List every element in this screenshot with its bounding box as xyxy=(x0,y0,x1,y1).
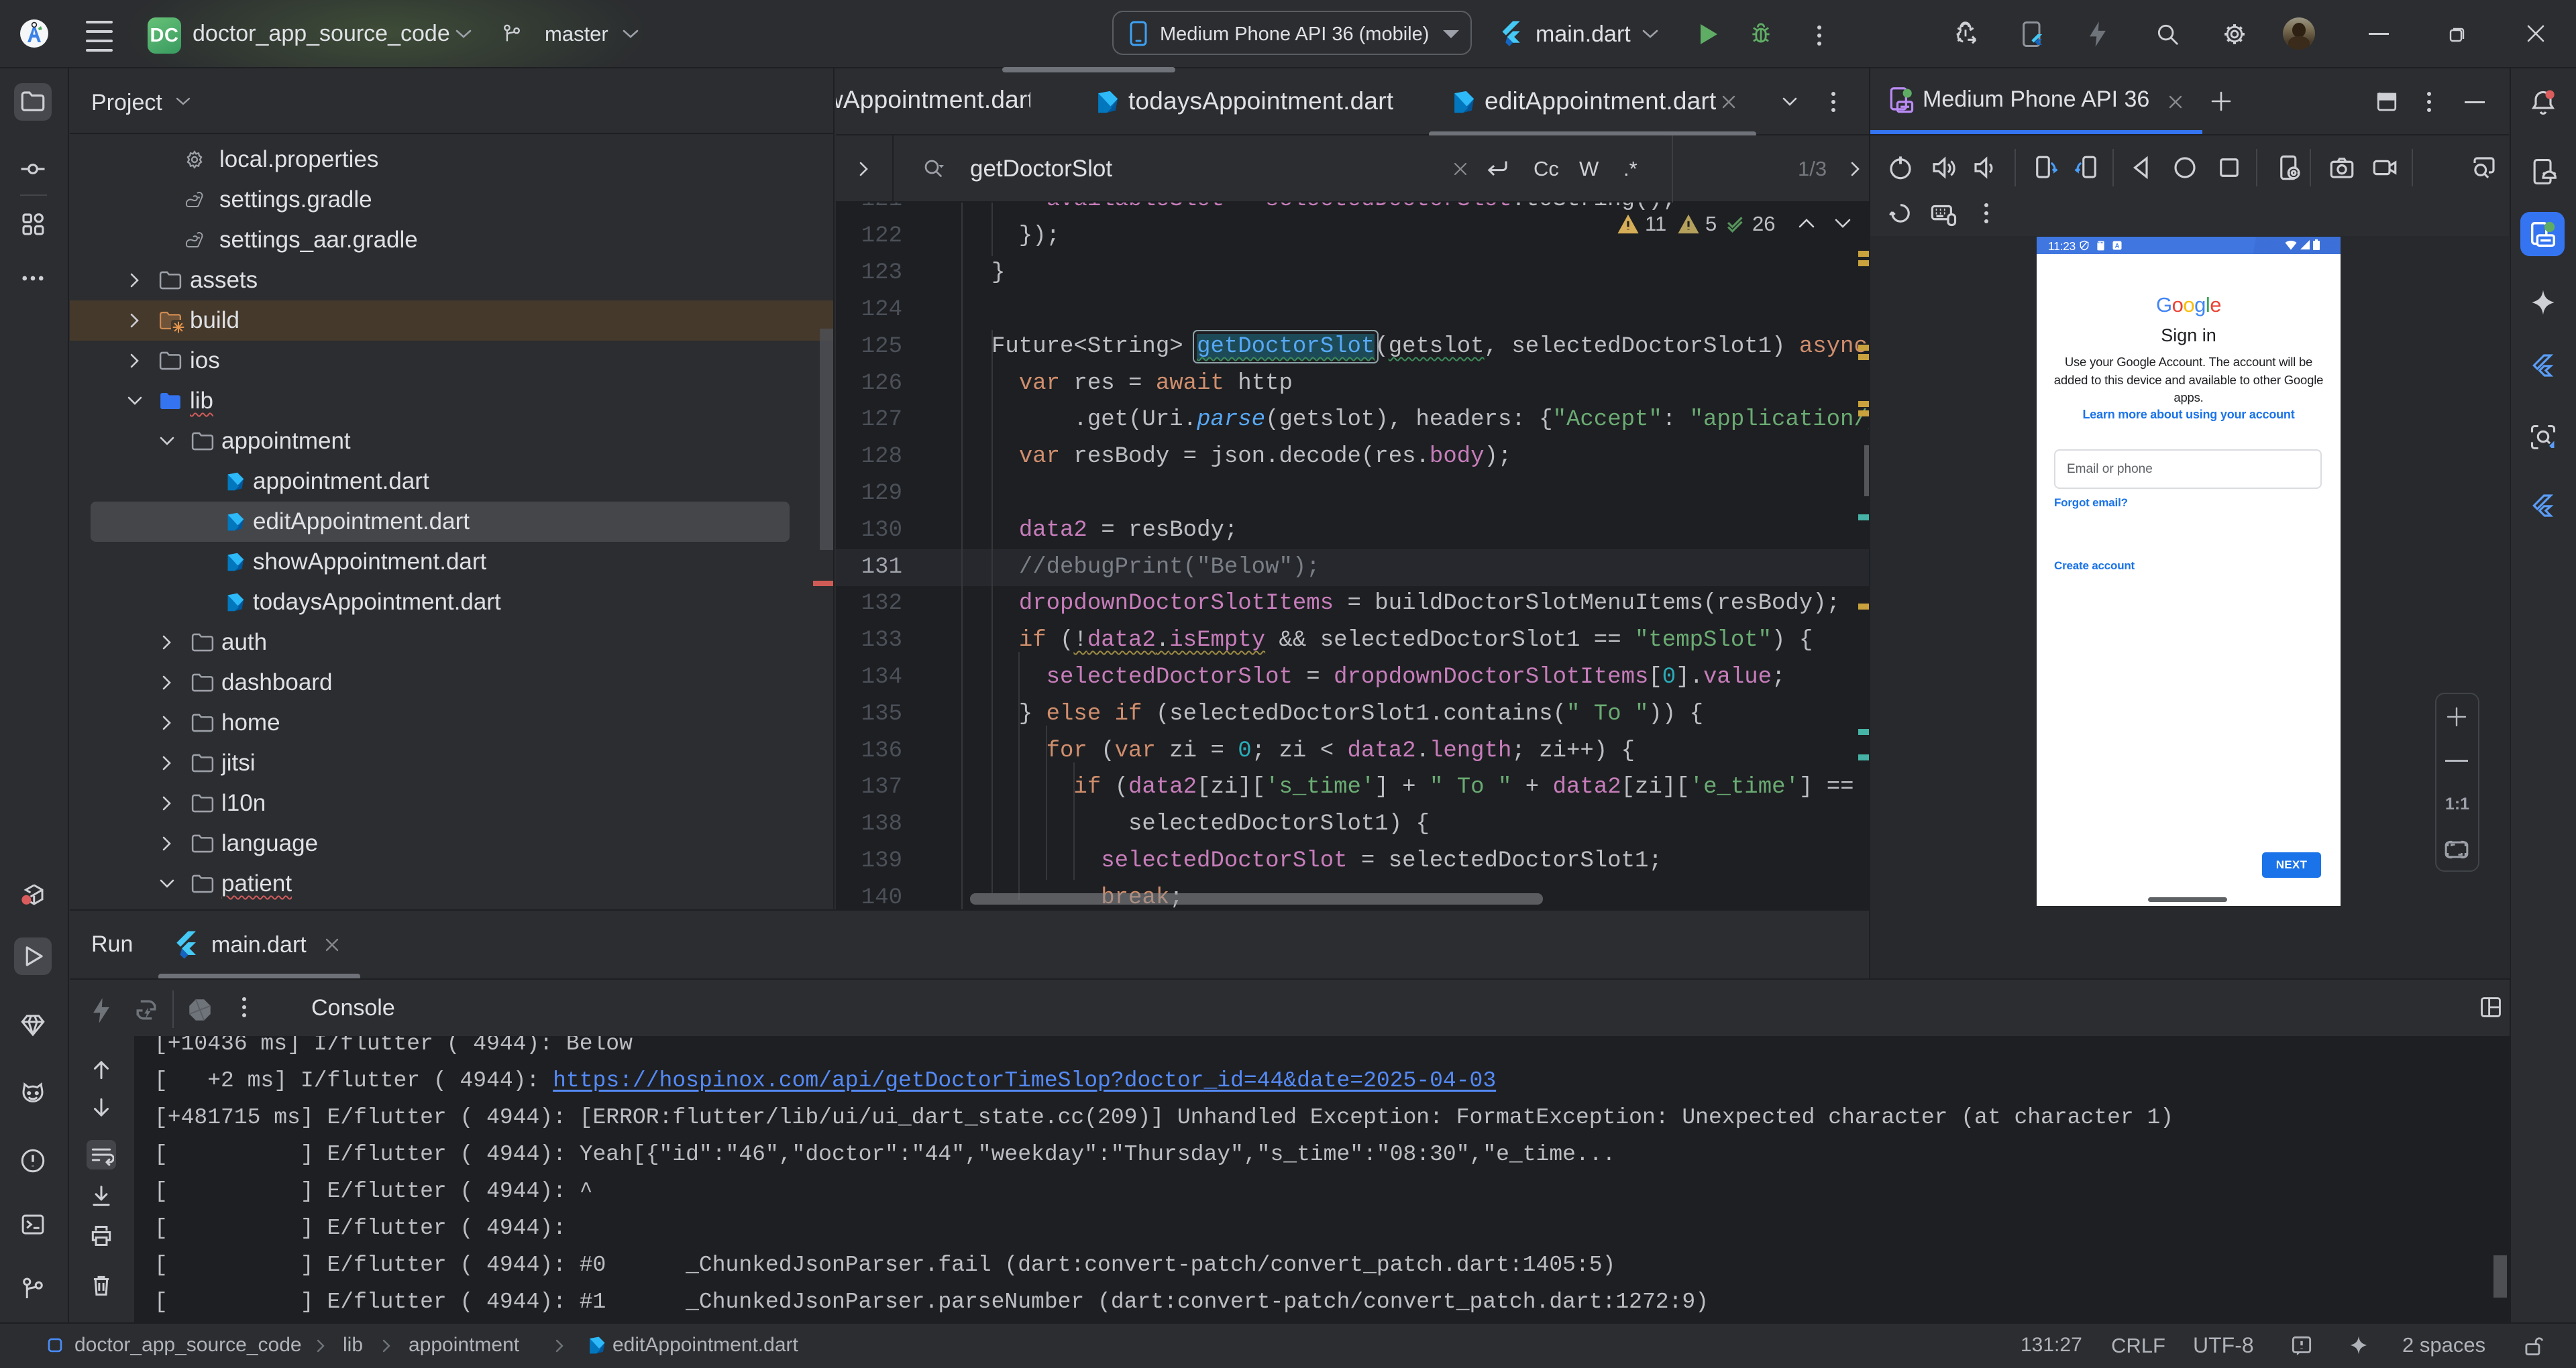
svg-text:A: A xyxy=(2115,242,2120,249)
